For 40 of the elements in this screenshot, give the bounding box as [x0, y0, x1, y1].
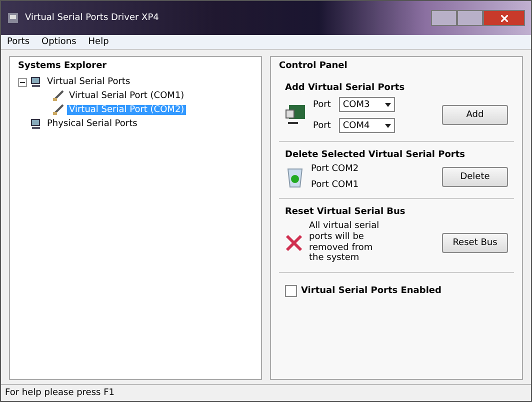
plug-icon	[52, 104, 64, 116]
menu-item[interactable]: Help	[88, 37, 109, 47]
port-name: Port COM1	[311, 180, 359, 190]
tree-item[interactable]: Virtual Serial Port (COM1)	[67, 91, 186, 101]
port-dropdown[interactable]: COM3	[338, 97, 395, 112]
port-name: Port COM2	[311, 164, 359, 174]
menu-item[interactable]: Options	[42, 37, 76, 47]
computer-icon	[30, 118, 42, 130]
add-button[interactable]: Add	[442, 105, 508, 125]
port-label: Port	[313, 100, 331, 110]
plug-icon	[52, 90, 64, 102]
delete-button[interactable]: Delete	[442, 167, 508, 187]
caret-icon	[384, 124, 391, 128]
tree-item[interactable]: Virtual Serial Ports	[45, 77, 132, 87]
section-title: Delete Selected Virtual Serial Ports	[285, 150, 466, 160]
menu-item[interactable]: Ports	[7, 37, 30, 47]
panel-title: Control Panel	[279, 61, 348, 71]
port-label: Port	[313, 120, 331, 130]
checkbox[interactable]	[285, 285, 297, 298]
caret-icon	[384, 102, 391, 106]
collapse-toggle-icon[interactable]	[18, 78, 27, 86]
reset-bus-button[interactable]: Reset Bus	[442, 232, 508, 253]
port-dropdown[interactable]: COM4	[338, 118, 395, 133]
panel-title: Systems Explorer	[18, 61, 107, 71]
computer-icon	[30, 76, 42, 88]
close-icon	[500, 14, 508, 22]
status-text: For help please press F1	[5, 388, 114, 398]
window-title: Virtual Serial Ports Driver XP4	[25, 13, 159, 23]
section-title: Reset Virtual Serial Bus	[285, 207, 406, 217]
section-title: Add Virtual Serial Ports	[285, 83, 406, 93]
minimize-button[interactable]	[431, 10, 457, 26]
cross-icon	[285, 234, 303, 252]
maximize-button[interactable]	[457, 10, 483, 26]
reset-description: All virtual serial ports will be removed from the system	[309, 221, 380, 264]
app-icon	[7, 12, 19, 24]
close-button[interactable]	[483, 10, 525, 26]
tree-item[interactable]: Physical Serial Ports	[45, 119, 140, 129]
dropdown-value: COM3	[342, 100, 370, 110]
checkbox-label: Virtual Serial Ports Enabled	[301, 286, 442, 296]
dropdown-value: COM4	[342, 120, 370, 130]
